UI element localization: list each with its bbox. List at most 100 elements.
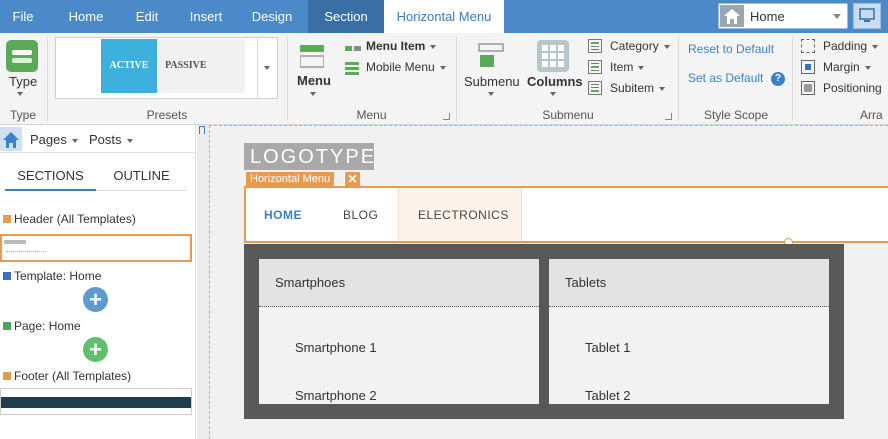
group-type-label: Type: [9, 108, 36, 122]
menu-item-label: Menu Item: [366, 39, 426, 53]
type-label: Type: [9, 74, 38, 89]
tab-horizontal-menu[interactable]: Horizontal Menu: [384, 0, 504, 33]
margin-button[interactable]: Margin: [823, 60, 871, 74]
group-arrange-label: Arra: [860, 108, 883, 122]
type-button[interactable]: [6, 40, 38, 72]
menu-item-home[interactable]: HOME: [264, 188, 302, 241]
padding-button[interactable]: Padding: [823, 39, 879, 53]
set-as-default-link[interactable]: Set as Default: [688, 71, 763, 85]
submenu-column: Smartphoes Smartphone 1 Smartphone 2: [259, 259, 539, 404]
horizontal-menu[interactable]: HOME BLOG ELECTRONICS: [244, 186, 888, 243]
submenu-item[interactable]: Smartphone 1: [295, 340, 377, 355]
monitor-button[interactable]: [853, 3, 881, 29]
chevron-down-icon: [638, 65, 645, 70]
menu-button[interactable]: [299, 44, 325, 68]
menu-item-button[interactable]: Menu Item: [366, 39, 437, 53]
chevron-down-icon: [439, 65, 446, 70]
monitor-icon: [859, 8, 875, 22]
tab-file[interactable]: File: [0, 0, 46, 33]
submenu-item[interactable]: Smartphone 2: [295, 388, 377, 403]
house-icon: [720, 5, 744, 27]
pin-icon: [199, 126, 205, 134]
chevron-down-icon: [663, 44, 670, 49]
padding-label: Padding: [823, 39, 868, 53]
chevron-down-icon: [833, 14, 841, 19]
columns-dropdown-arrow[interactable]: [550, 92, 556, 96]
divider: [792, 37, 793, 121]
group-menu-label: Menu: [356, 108, 387, 122]
tree-item-label: Footer (All Templates): [14, 369, 132, 383]
tree-item-header[interactable]: Header (All Templates): [3, 212, 136, 226]
home-icon: [3, 132, 19, 148]
mobile-menu-button[interactable]: Mobile Menu: [366, 60, 446, 74]
tab-sections[interactable]: SECTIONS: [5, 168, 96, 183]
menu-item-icon: [345, 42, 361, 51]
submenu-dropdown: Smartphoes Smartphone 1 Smartphone 2 Tab…: [244, 244, 844, 419]
tree-item-label: Header (All Templates): [14, 212, 136, 226]
chevron-down-icon: [659, 86, 666, 91]
item-button[interactable]: Item: [610, 60, 645, 74]
tree-item-label: Template: Home: [14, 269, 102, 283]
page-select[interactable]: Home: [718, 3, 848, 29]
positioning-button[interactable]: Positioning: [823, 81, 882, 95]
subitem-label: Subitem: [610, 81, 655, 95]
page-color-marker: [3, 322, 11, 330]
footer-thumbnail[interactable]: [0, 388, 192, 415]
submenu-category[interactable]: Smartphoes: [259, 259, 539, 307]
submenu-button[interactable]: [478, 43, 504, 69]
home-button[interactable]: [0, 127, 22, 151]
add-page-section-button[interactable]: +: [83, 337, 108, 362]
close-icon[interactable]: ✕: [344, 172, 360, 186]
submenu-column: Tablets Tablet 1 Tablet 2: [549, 259, 829, 404]
dialog-launcher-icon[interactable]: [443, 113, 450, 120]
subitem-button[interactable]: Subitem: [610, 81, 666, 95]
help-icon[interactable]: ?: [771, 72, 785, 86]
guide-line: [209, 125, 210, 439]
presets-gallery[interactable]: ACTIVE PASSIVE: [55, 37, 278, 99]
margin-label: Margin: [823, 60, 860, 74]
pages-dropdown[interactable]: Pages: [30, 132, 78, 147]
dialog-launcher-icon[interactable]: [665, 113, 672, 120]
tab-insert[interactable]: Insert: [178, 0, 234, 33]
presets-scroll[interactable]: [257, 38, 277, 98]
submenu-category[interactable]: Tablets: [549, 259, 829, 307]
chevron-down-icon: [430, 44, 437, 49]
top-menu-bar: File Home Edit Insert Design Section Hor…: [0, 0, 888, 33]
submenu-item[interactable]: Tablet 2: [585, 388, 631, 403]
add-section-button[interactable]: +: [83, 287, 108, 312]
category-button[interactable]: Category: [610, 39, 670, 53]
submenu-item[interactable]: Tablet 1: [585, 340, 631, 355]
preset-active[interactable]: ACTIVE: [101, 39, 157, 93]
tab-edit[interactable]: Edit: [122, 0, 172, 33]
footer-color-marker: [3, 372, 11, 380]
reset-to-default-link[interactable]: Reset to Default: [688, 42, 774, 56]
group-style-scope-label: Style Scope: [703, 108, 769, 122]
chevron-down-icon: [264, 66, 270, 70]
menu-item-blog[interactable]: BLOG: [343, 188, 378, 241]
positioning-icon: [801, 81, 815, 95]
tree-item-template-home[interactable]: Template: Home: [3, 269, 101, 283]
tab-outline[interactable]: OUTLINE: [96, 168, 187, 183]
tab-section[interactable]: Section: [308, 0, 384, 33]
submenu-dropdown-arrow[interactable]: [488, 92, 494, 96]
tree-item-footer[interactable]: Footer (All Templates): [3, 369, 131, 383]
preset-passive[interactable]: PASSIVE: [157, 39, 245, 93]
guide-line: [209, 125, 888, 126]
header-color-marker: [3, 215, 11, 223]
tab-design[interactable]: Design: [240, 0, 304, 33]
menu-item-electronics[interactable]: ELECTRONICS: [398, 188, 522, 241]
category-label: Category: [610, 39, 659, 53]
margin-icon: [801, 60, 815, 74]
posts-dropdown[interactable]: Posts: [89, 132, 133, 147]
columns-button[interactable]: [537, 40, 569, 72]
mobile-menu-label: Mobile Menu: [366, 60, 435, 74]
menu-dropdown-arrow[interactable]: [310, 92, 316, 96]
pages-label: Pages: [30, 132, 67, 147]
tab-home[interactable]: Home: [58, 0, 114, 33]
logotype[interactable]: LOGOTYPE: [244, 143, 374, 170]
type-dropdown-arrow[interactable]: [17, 92, 23, 96]
horizontal-menu-tag[interactable]: Horizontal Menu: [246, 172, 335, 186]
header-thumbnail[interactable]: [0, 234, 192, 262]
submenu-label: Submenu: [464, 74, 520, 89]
tree-item-page-home[interactable]: Page: Home: [3, 319, 81, 333]
